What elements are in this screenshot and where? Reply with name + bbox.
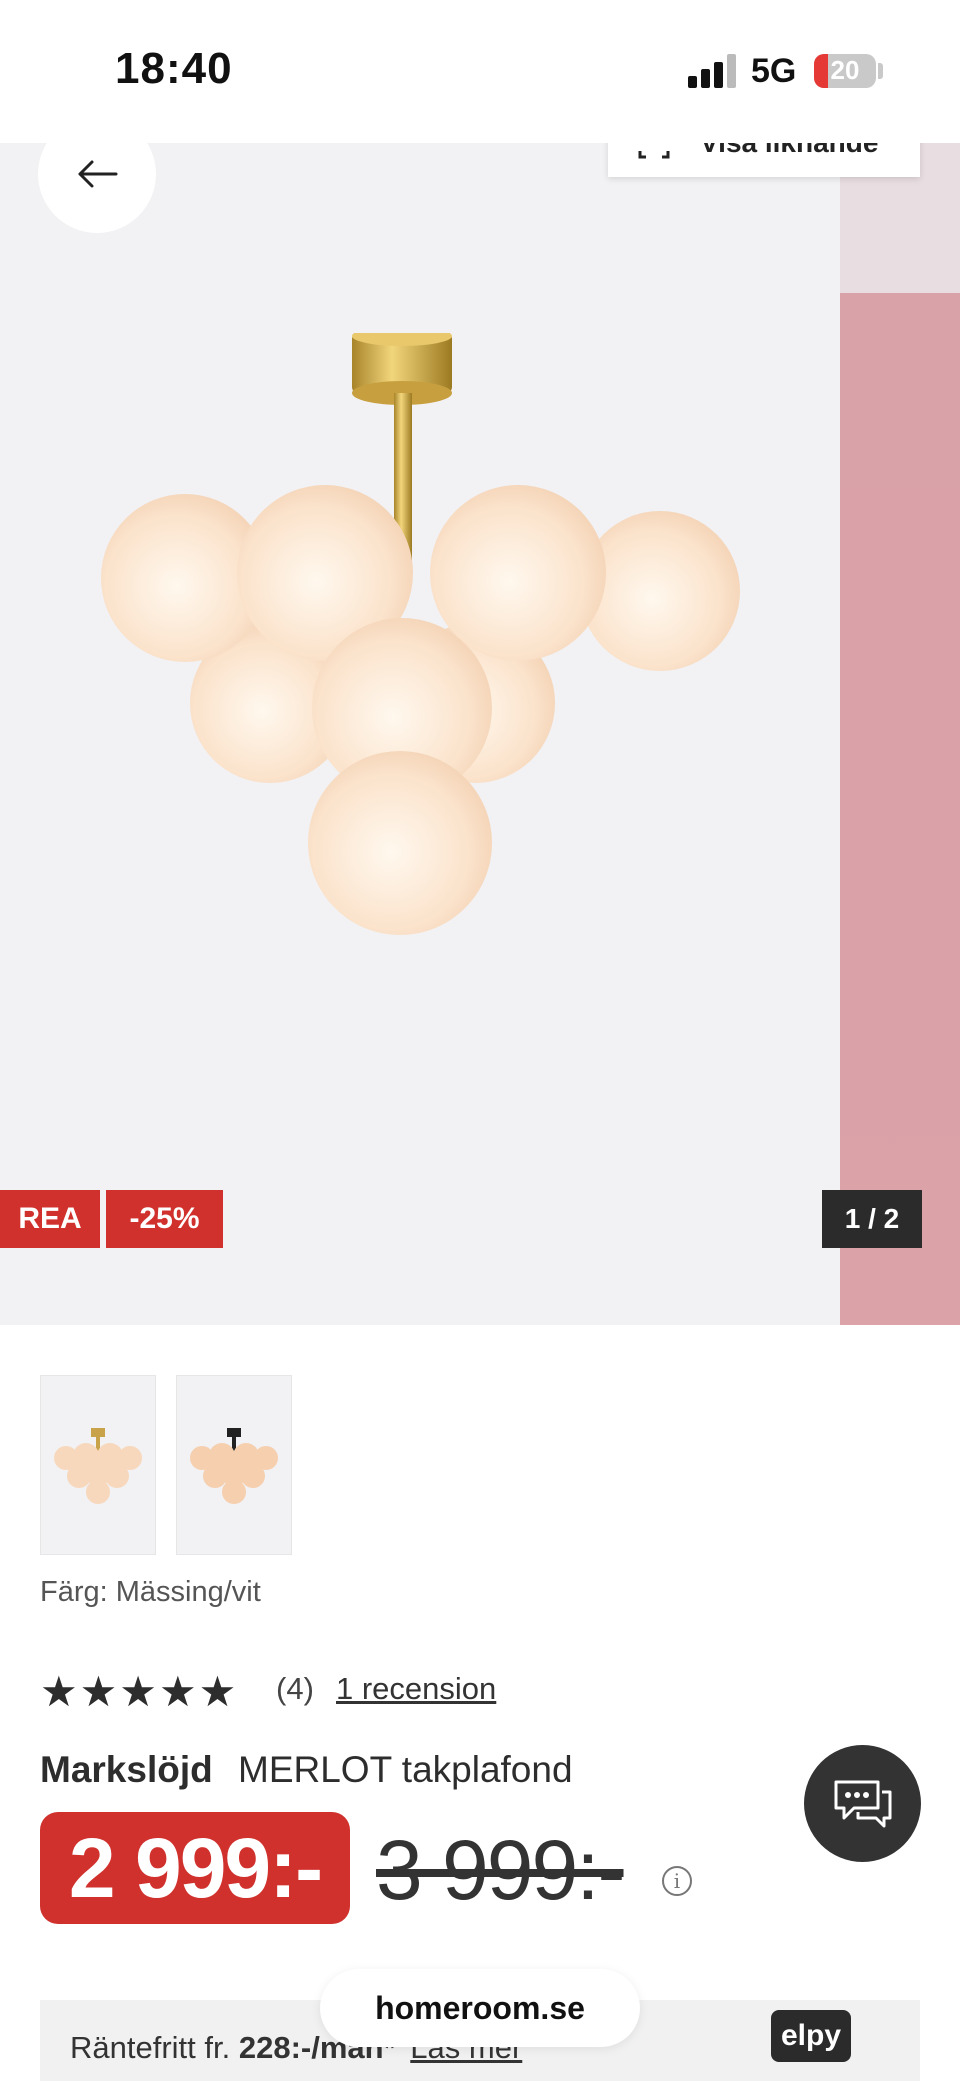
browser-url-bar[interactable]: homeroom.se: [320, 1969, 640, 2047]
next-image-preview[interactable]: [840, 143, 960, 1325]
sale-price: 2 999:-: [40, 1812, 350, 1924]
show-similar-label: Visa liknande: [700, 143, 878, 159]
product-name: MERLOT takplafond: [238, 1749, 573, 1790]
thumbnail-black-image: [190, 1428, 278, 1504]
status-time: 18:40: [115, 44, 233, 93]
lamp-image: [101, 333, 740, 935]
battery-level: 20: [830, 55, 860, 85]
product-brand[interactable]: Markslöjd: [40, 1749, 213, 1791]
battery-tip: [878, 63, 883, 79]
original-price: 3 999:-: [376, 1823, 626, 1917]
status-bar: 18:40 5G 20: [0, 0, 960, 143]
thumbnail-brass-image: [54, 1428, 142, 1504]
thumbnail-brass[interactable]: [40, 1375, 156, 1555]
rating-count: (4): [276, 1671, 314, 1706]
info-icon[interactable]: i: [662, 1866, 692, 1896]
scan-icon: [638, 143, 670, 159]
elpy-logo: elpy: [771, 2010, 851, 2062]
image-pager: 1 / 2: [822, 1190, 922, 1248]
thumbnail-black[interactable]: [176, 1375, 292, 1555]
rating-stars: ★★★★★: [40, 1668, 239, 1715]
color-label: Färg: Mässing/vit: [40, 1576, 261, 1608]
discount-badge: -25%: [106, 1190, 223, 1248]
chat-icon: [834, 1780, 891, 1827]
reviews-link[interactable]: 1 recension: [336, 1671, 496, 1707]
network-type: 5G: [751, 52, 797, 90]
chat-button[interactable]: [804, 1745, 921, 1862]
sale-badge: REA: [0, 1190, 100, 1248]
arrow-left-icon: [78, 160, 118, 188]
financing-prefix: Räntefritt fr.: [70, 2030, 231, 2065]
show-similar-button[interactable]: Visa liknande: [608, 143, 920, 177]
signal-icon: [688, 54, 736, 88]
product-image-carousel[interactable]: Visa liknande REA -25% 1 / 2: [0, 143, 960, 1325]
battery-icon: 20: [814, 54, 876, 88]
back-button[interactable]: [38, 143, 156, 233]
